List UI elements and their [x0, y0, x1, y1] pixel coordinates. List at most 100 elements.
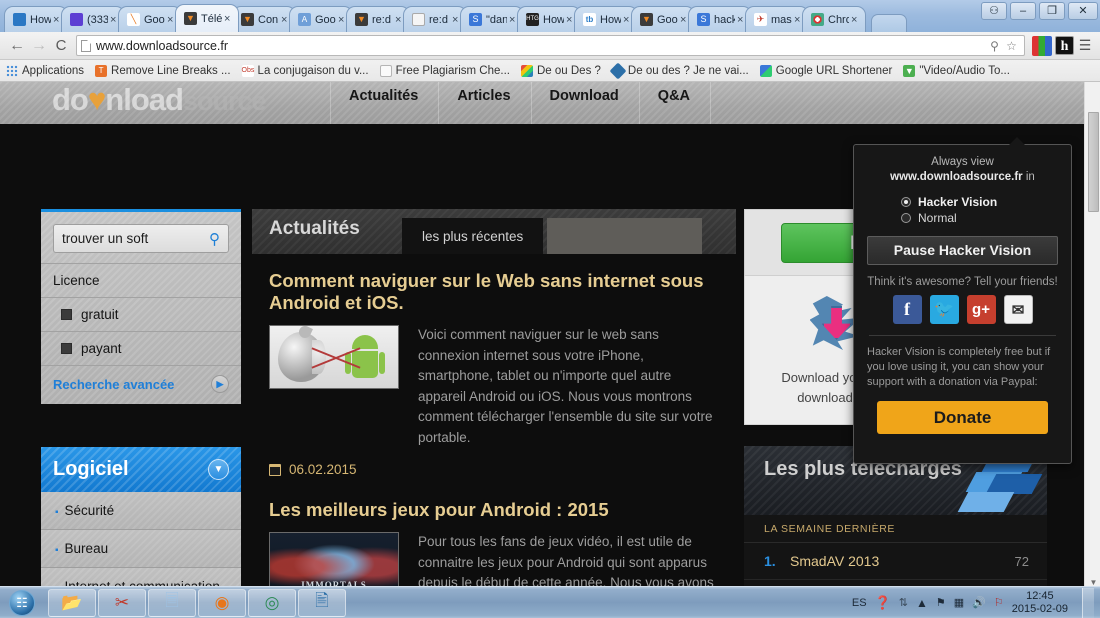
show-desktop-button[interactable]: [1082, 587, 1094, 618]
tab-les-plus-recentes[interactable]: les plus récentes: [402, 218, 544, 254]
bookmark-item[interactable]: De ou des ? Je ne vai...: [609, 62, 749, 79]
language-indicator[interactable]: ES: [852, 597, 867, 609]
pause-hacker-vision-button[interactable]: Pause Hacker Vision: [867, 236, 1058, 265]
browser-tab[interactable]: re:d ×: [403, 6, 467, 32]
tab-close-icon[interactable]: ×: [224, 13, 234, 25]
browser-tab[interactable]: Chro×: [802, 6, 866, 32]
browser-tab[interactable]: HTG How ×: [517, 6, 581, 32]
search-icon[interactable]: ⚲: [209, 230, 220, 248]
email-icon[interactable]: ✉: [1003, 295, 1033, 324]
start-button[interactable]: ☷: [2, 589, 42, 617]
bookmark-item[interactable]: Google URL Shortener: [759, 64, 892, 77]
filter-payant[interactable]: payant: [41, 331, 241, 365]
reload-icon[interactable]: C: [50, 37, 72, 54]
speaker-muted-icon[interactable]: 🔊: [972, 596, 986, 609]
bookmark-applications[interactable]: Applications: [6, 64, 85, 77]
tab-secondary[interactable]: [547, 218, 703, 254]
apple-android-crossed-icon[interactable]: [269, 325, 399, 389]
article-title[interactable]: Comment naviguer sur le Web sans interne…: [269, 270, 709, 314]
firefox-icon[interactable]: ◉: [198, 588, 246, 617]
maximize-button[interactable]: ❐: [1039, 2, 1065, 20]
back-icon[interactable]: ←: [6, 37, 28, 55]
bookmark-label: Applications: [22, 64, 85, 77]
forward-icon[interactable]: →: [28, 37, 50, 55]
browser-tab-active[interactable]: ▼ Télé ×: [175, 4, 239, 32]
chevron-down-icon[interactable]: ▼: [208, 459, 229, 480]
bookmark-item[interactable]: De ou Des ?: [520, 64, 601, 77]
nav-item-actualites[interactable]: Actualités: [330, 82, 440, 124]
bookmark-item[interactable]: Free Plagiarism Che...: [379, 64, 510, 77]
radio-selected-icon[interactable]: [901, 197, 911, 207]
chevron-right-icon[interactable]: ▶: [211, 375, 229, 393]
page-scrollbar[interactable]: ▼: [1084, 82, 1100, 590]
star-icon[interactable]: ☆: [1003, 39, 1020, 53]
flag-error-icon[interactable]: ⚐: [994, 596, 1004, 609]
hackervision-extension-icon[interactable]: h: [1055, 36, 1074, 55]
browser-tab[interactable]: ▼ Goo ×: [631, 6, 695, 32]
browser-tab[interactable]: Ａ Goo ×: [289, 6, 353, 32]
address-bar[interactable]: www.downloadsource.fr ⚲ ☆: [76, 35, 1025, 56]
sync-icon[interactable]: ⇅: [899, 596, 908, 609]
item-name[interactable]: SmadAV 2013: [790, 553, 1015, 569]
nav-item-download[interactable]: Download: [532, 82, 640, 124]
snipping-tool-icon[interactable]: ✂: [98, 588, 146, 617]
hv-donate-text: Hacker Vision is completely free but if …: [867, 346, 1051, 388]
checkbox-icon[interactable]: [61, 309, 72, 320]
sidebar-item-securite[interactable]: ▪ Sécurité: [41, 492, 241, 530]
google-plus-icon[interactable]: g+: [966, 295, 996, 324]
hv-radio-normal[interactable]: Normal: [901, 211, 1058, 225]
article-title[interactable]: Les meilleurs jeux pour Android : 2015: [269, 499, 709, 521]
hamburger-menu-icon[interactable]: ☰: [1076, 37, 1094, 54]
search-input[interactable]: trouver un soft ⚲: [53, 224, 229, 253]
browser-tab[interactable]: How ×: [4, 6, 68, 32]
help-blue-icon[interactable]: ❓: [875, 595, 891, 611]
hv-mode-radios: Hacker Vision Normal: [901, 195, 1058, 225]
scrollbar-thumb[interactable]: [1088, 112, 1099, 212]
page-title: Actualités: [269, 218, 360, 239]
signal-bars-icon[interactable]: ▦: [954, 596, 964, 609]
new-tab-button[interactable]: [871, 14, 907, 32]
site-logo[interactable]: do♥nloadsource: [52, 82, 266, 118]
donate-button[interactable]: Donate: [877, 401, 1048, 434]
sidebar-item-bureau[interactable]: ▪ Bureau: [41, 530, 241, 568]
bookmark-item[interactable]: ▼ "Video/Audio To...: [903, 64, 1010, 77]
bookmark-item[interactable]: Obs La conjugaison du v...: [241, 64, 369, 77]
file-explorer-icon[interactable]: 📂: [48, 588, 96, 617]
tab-close-icon[interactable]: ×: [851, 14, 861, 26]
close-button[interactable]: ✕: [1068, 2, 1098, 20]
chrome-icon[interactable]: ◎: [248, 588, 296, 617]
browser-tab[interactable]: ╲ Goo ×: [118, 6, 182, 32]
browser-tab[interactable]: (333 ×: [61, 6, 125, 32]
browser-tab[interactable]: ✈ mas ×: [745, 6, 809, 32]
browser-tab[interactable]: S "dan ×: [460, 6, 524, 32]
action-center-icon[interactable]: ⚑: [936, 596, 946, 609]
twitter-icon[interactable]: 🐦: [929, 295, 959, 324]
browser-tab[interactable]: ▼ re:d ×: [346, 6, 410, 32]
nav-item-qa[interactable]: Q&A: [640, 82, 712, 124]
divider: [869, 335, 1056, 336]
sticky-notes-icon[interactable]: 🗏: [148, 588, 196, 617]
libreoffice-writer-icon[interactable]: 🖹: [298, 588, 346, 617]
user-profile-button[interactable]: ⚇: [981, 2, 1007, 20]
checkbox-icon[interactable]: [61, 343, 72, 354]
facebook-icon[interactable]: f: [892, 295, 922, 324]
nav-item-articles[interactable]: Articles: [439, 82, 532, 124]
advanced-search-link[interactable]: Recherche avancée ▶: [41, 365, 241, 402]
browser-tab[interactable]: ▼ Con ×: [232, 6, 296, 32]
software-section-header[interactable]: Logiciel ▼: [41, 447, 241, 492]
browser-tab[interactable]: Shack ×: [688, 6, 752, 32]
immortals-game-icon[interactable]: IMMORTALS: [269, 532, 399, 590]
hv-radio-hacker-vision[interactable]: Hacker Vision: [901, 195, 1058, 209]
bookmark-label: De ou des ? Je ne vai...: [627, 64, 749, 77]
minimize-button[interactable]: –: [1010, 2, 1036, 20]
radio-unselected-icon[interactable]: [901, 213, 911, 223]
mail-purple-icon: [70, 13, 83, 26]
list-item[interactable]: 1. SmadAV 2013 72: [744, 543, 1047, 580]
magnifier-icon[interactable]: ⚲: [986, 39, 1003, 53]
clock[interactable]: 12:45 2015-02-09: [1012, 590, 1068, 616]
browser-tab[interactable]: tb How ×: [574, 6, 638, 32]
bookmark-item[interactable]: T Remove Line Breaks ...: [95, 64, 231, 77]
show-hidden-icons-button[interactable]: ▲: [916, 596, 928, 610]
filter-gratuit[interactable]: gratuit: [41, 297, 241, 331]
colors-extension-icon[interactable]: [1032, 35, 1052, 56]
